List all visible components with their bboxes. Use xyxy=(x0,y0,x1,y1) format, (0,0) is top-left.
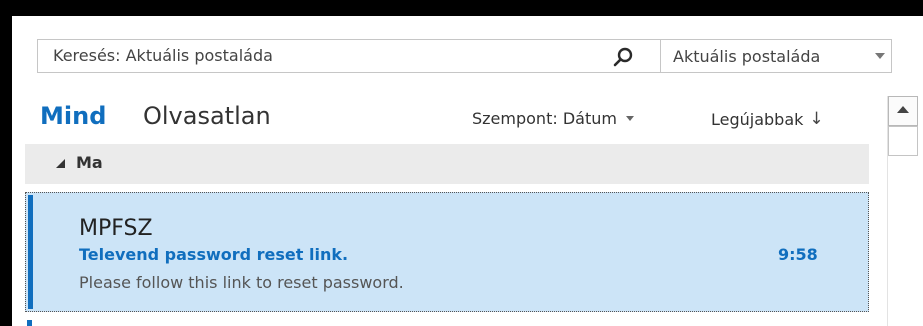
group-header-today[interactable]: Ma xyxy=(25,144,869,184)
search-input[interactable] xyxy=(38,40,658,72)
search-scope-dropdown[interactable]: Aktuális postaláda xyxy=(661,40,891,72)
search-scope-value: Aktuális postaláda xyxy=(673,46,821,66)
sort-arrow-icon: ↓ xyxy=(809,109,824,129)
sort-by-label: Szempont: Dátum xyxy=(472,109,617,128)
group-label: Ma xyxy=(76,153,103,172)
message-subject: Televend password reset link. xyxy=(79,245,349,264)
search-icon[interactable] xyxy=(612,46,634,68)
chevron-down-icon[interactable] xyxy=(875,53,885,59)
filter-tab-all[interactable]: Mind xyxy=(40,102,106,130)
sort-order-label: Legújabbak xyxy=(711,109,804,129)
vertical-scrollbar[interactable] xyxy=(887,96,918,326)
message-item[interactable]: MPFSZ Televend password reset link. 9:58… xyxy=(25,192,869,312)
collapse-triangle-icon[interactable] xyxy=(56,159,65,168)
mail-list-pane: Aktuális postaláda Mind Olvasatlan Szemp… xyxy=(12,16,923,326)
sort-by-dropdown[interactable]: Szempont: Dátum xyxy=(472,109,634,128)
search-bar: Aktuális postaláda xyxy=(37,39,892,73)
selection-accent-bar xyxy=(28,195,33,309)
scroll-up-arrow-icon[interactable] xyxy=(888,96,918,126)
message-time: 9:58 xyxy=(778,245,818,264)
filter-tab-unread[interactable]: Olvasatlan xyxy=(143,102,271,130)
sort-order-toggle[interactable]: Legújabbak ↓ xyxy=(711,109,824,129)
message-sender: MPFSZ xyxy=(79,216,153,241)
next-item-accent-bar xyxy=(27,320,32,326)
scroll-thumb[interactable] xyxy=(888,126,918,156)
caret-down-icon xyxy=(625,116,634,121)
message-preview: Please follow this link to reset passwor… xyxy=(79,273,404,292)
